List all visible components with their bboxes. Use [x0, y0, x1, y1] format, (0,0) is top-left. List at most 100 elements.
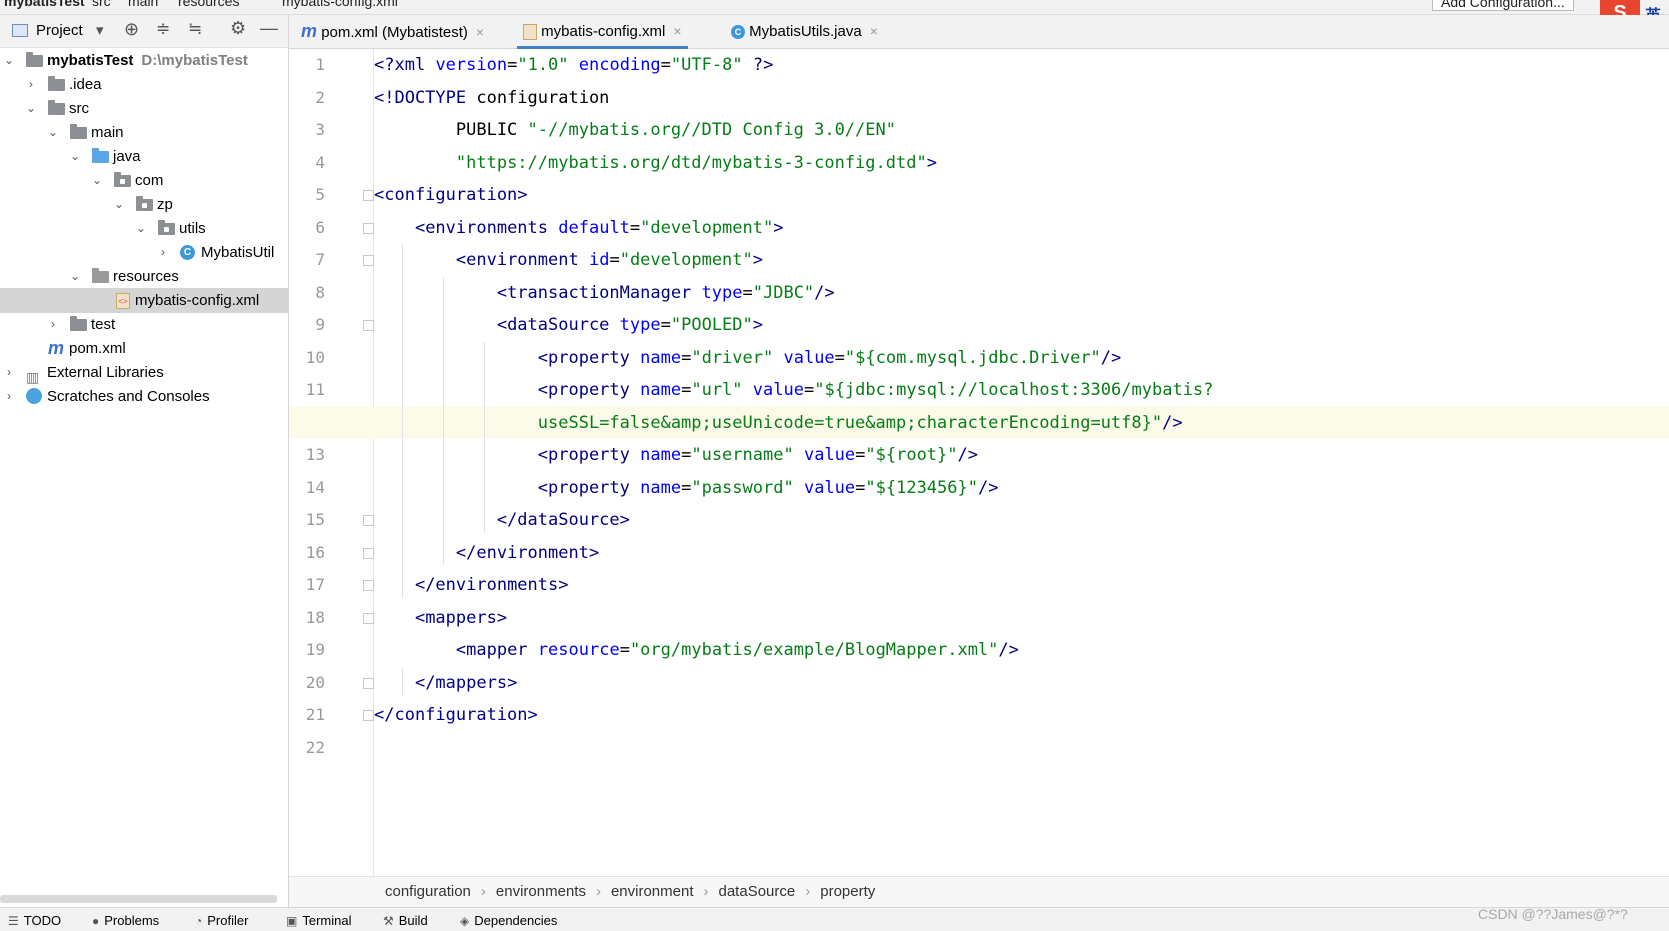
- nav-crumb-src[interactable]: src: [92, 0, 111, 9]
- chevron-down-icon[interactable]: ▾: [96, 21, 104, 39]
- fold-marker-icon[interactable]: [363, 710, 374, 721]
- fold-marker-icon[interactable]: [363, 320, 374, 331]
- chevron-right-icon[interactable]: ›: [2, 360, 16, 385]
- close-icon[interactable]: ×: [476, 24, 484, 40]
- code-line[interactable]: </mappers>: [374, 667, 1669, 700]
- code-line[interactable]: <property name="driver" value="${com.mys…: [374, 342, 1669, 375]
- locate-file-icon[interactable]: ⊕: [124, 19, 139, 40]
- profiler-tool-button[interactable]: ◔ Profiler: [195, 913, 248, 928]
- chevron-right-icon[interactable]: ›: [46, 312, 60, 337]
- code-editor[interactable]: <?xml version="1.0" encoding="UTF-8" ?> <…: [289, 49, 1669, 876]
- tab-mybatisutils-java[interactable]: C MybatisUtils.java ×: [731, 15, 878, 48]
- breadcrumb-datasource[interactable]: dataSource: [719, 883, 796, 900]
- chevron-down-icon[interactable]: ⌄: [112, 192, 126, 217]
- maven-icon: m: [48, 338, 65, 358]
- tree-item-project[interactable]: ⌄ mybatisTest D:\mybatisTest: [0, 48, 288, 73]
- code-line[interactable]: "https://mybatis.org/dtd/mybatis-3-confi…: [374, 147, 1669, 180]
- nav-crumb-main[interactable]: main: [128, 0, 158, 9]
- hide-icon[interactable]: —: [260, 18, 278, 39]
- tree-item-idea[interactable]: › .idea: [0, 72, 288, 97]
- code-line[interactable]: </environment>: [374, 537, 1669, 570]
- tree-item-mybatisutil[interactable]: › C MybatisUtil: [0, 240, 288, 265]
- code-line[interactable]: useSSL=false&amp;useUnicode=true&amp;cha…: [289, 406, 1669, 439]
- code-line[interactable]: <!DOCTYPE configuration: [374, 82, 1669, 115]
- code-line[interactable]: <property name="username" value="${root}…: [374, 439, 1669, 472]
- chevron-down-icon[interactable]: ⌄: [134, 216, 148, 241]
- tab-mybatis-config[interactable]: mybatis-config.xml ×: [517, 15, 688, 49]
- chevron-down-icon[interactable]: ⌄: [68, 264, 82, 289]
- build-tool-button[interactable]: ⚒ Build: [383, 913, 428, 928]
- code-line[interactable]: PUBLIC "-//mybatis.org//DTD Config 3.0//…: [374, 114, 1669, 147]
- code-line[interactable]: </configuration>: [374, 699, 1669, 732]
- fold-marker-icon[interactable]: [363, 222, 374, 234]
- chevron-right-icon[interactable]: ›: [156, 240, 170, 265]
- code-line[interactable]: <property name="url" value="${jdbc:mysql…: [374, 374, 1669, 407]
- tree-item-com[interactable]: ⌄ com: [0, 168, 288, 193]
- tree-item-src[interactable]: ⌄ src: [0, 96, 288, 121]
- code-line[interactable]: <environment id="development">: [374, 244, 1669, 277]
- tree-item-zp[interactable]: ⌄ zp: [0, 192, 288, 217]
- code-line[interactable]: </dataSource>: [374, 504, 1669, 537]
- terminal-icon: ▣: [286, 914, 298, 928]
- fold-marker-icon[interactable]: [363, 190, 374, 201]
- tree-label: utils: [179, 220, 206, 237]
- code-line[interactable]: <mappers>: [374, 602, 1669, 635]
- code-line[interactable]: <configuration>: [374, 179, 1669, 212]
- code-line[interactable]: <property name="password" value="${12345…: [374, 472, 1669, 505]
- tree-item-utils[interactable]: ⌄ utils: [0, 216, 288, 241]
- tree-label: java: [113, 148, 141, 165]
- chevron-down-icon[interactable]: ⌄: [46, 120, 60, 145]
- add-configuration-button[interactable]: Add Configuration...: [1432, 0, 1574, 11]
- nav-crumb-file[interactable]: mybatis-config.xml: [282, 0, 398, 9]
- code-line[interactable]: </environments>: [374, 569, 1669, 602]
- breadcrumb-environment[interactable]: environment: [611, 883, 694, 900]
- horizontal-scrollbar[interactable]: [0, 895, 277, 903]
- tree-label: .idea: [69, 76, 102, 93]
- chevron-right-icon[interactable]: ›: [24, 72, 38, 97]
- fold-marker-icon[interactable]: [363, 547, 374, 559]
- tab-pom-xml[interactable]: m pom.xml (Mybatistest) ×: [301, 15, 484, 48]
- code-line[interactable]: [374, 732, 1669, 765]
- collapse-all-icon[interactable]: ≒: [188, 19, 202, 39]
- expand-all-icon[interactable]: ≑: [156, 19, 170, 39]
- chevron-down-icon[interactable]: ⌄: [24, 96, 38, 121]
- project-view-title[interactable]: Project: [36, 22, 83, 39]
- code-line[interactable]: <dataSource type="POOLED">: [374, 309, 1669, 342]
- editor-gutter[interactable]: 12345678910111213141516171819202122: [289, 49, 374, 876]
- tree-item-resources[interactable]: ⌄ resources: [0, 264, 288, 289]
- tree-item-mybatis-config[interactable]: <> mybatis-config.xml: [0, 288, 288, 313]
- terminal-tool-button[interactable]: ▣ Terminal: [286, 913, 351, 928]
- todo-tool-button[interactable]: ☰ TODO: [8, 913, 61, 928]
- code-line[interactable]: <environments default="development">: [374, 212, 1669, 245]
- chevron-down-icon[interactable]: ⌄: [90, 168, 104, 193]
- xml-file-icon: [523, 24, 537, 41]
- gear-icon[interactable]: ⚙: [230, 18, 246, 39]
- code-line[interactable]: <mapper resource="org/mybatis/example/Bl…: [374, 634, 1669, 667]
- line-number: 22: [305, 737, 325, 757]
- tree-item-pom[interactable]: m pom.xml: [0, 336, 288, 361]
- fold-marker-icon[interactable]: [363, 612, 374, 624]
- breadcrumb-property[interactable]: property: [820, 883, 875, 900]
- breadcrumb-environments[interactable]: environments: [496, 883, 586, 900]
- fold-marker-icon[interactable]: [363, 580, 374, 591]
- tree-item-scratches[interactable]: › Scratches and Consoles: [0, 384, 288, 409]
- chevron-down-icon[interactable]: ⌄: [68, 144, 82, 169]
- dependencies-tool-button[interactable]: ◈ Dependencies: [460, 913, 557, 928]
- tree-item-java[interactable]: ⌄ java: [0, 144, 288, 169]
- fold-marker-icon[interactable]: [363, 677, 374, 689]
- tree-item-main[interactable]: ⌄ main: [0, 120, 288, 145]
- close-icon[interactable]: ×: [673, 23, 681, 39]
- fold-marker-icon[interactable]: [363, 515, 374, 526]
- close-icon[interactable]: ×: [870, 23, 878, 39]
- nav-crumb-project[interactable]: mybatisTest: [4, 0, 85, 9]
- chevron-right-icon[interactable]: ›: [2, 384, 16, 409]
- code-line[interactable]: <transactionManager type="JDBC"/>: [374, 277, 1669, 310]
- breadcrumb-configuration[interactable]: configuration: [385, 883, 471, 900]
- nav-crumb-resources[interactable]: resources: [178, 0, 239, 9]
- problems-tool-button[interactable]: ● Problems: [92, 913, 159, 928]
- tree-item-external-libraries[interactable]: › ▥ External Libraries: [0, 360, 288, 385]
- fold-marker-icon[interactable]: [363, 255, 374, 266]
- tree-item-test[interactable]: › test: [0, 312, 288, 337]
- chevron-down-icon[interactable]: ⌄: [2, 48, 16, 73]
- code-line[interactable]: <?xml version="1.0" encoding="UTF-8" ?>: [374, 49, 1669, 82]
